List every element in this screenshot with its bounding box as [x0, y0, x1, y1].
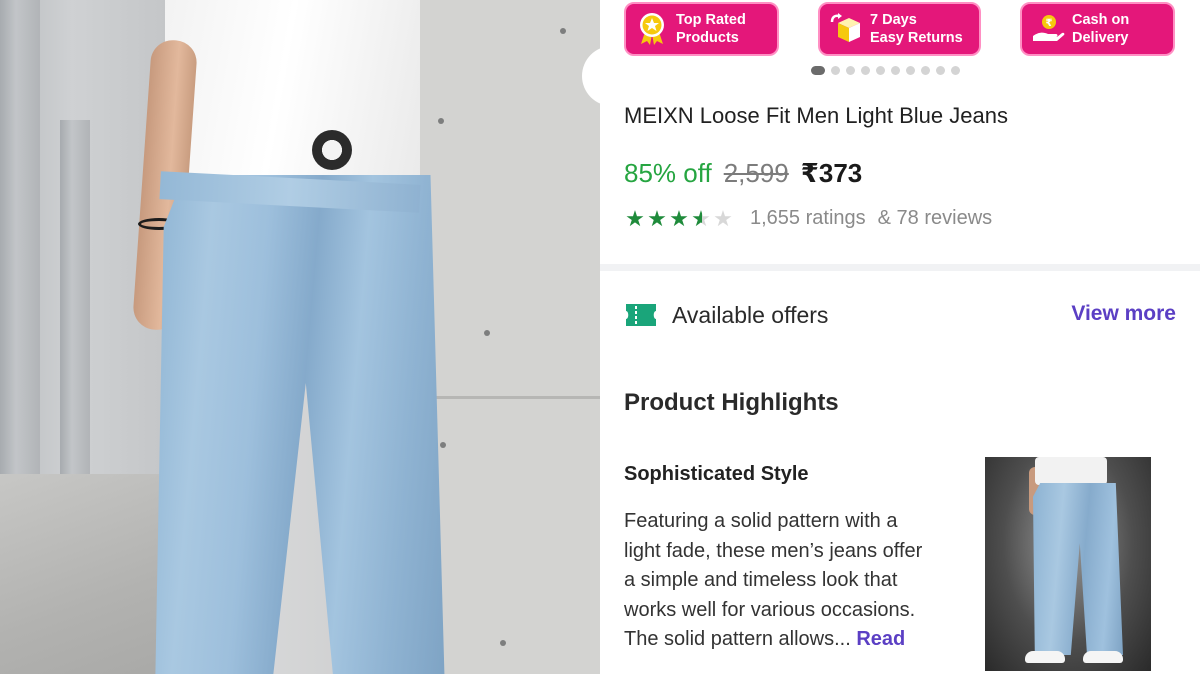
- ratings-count: 1,655 ratings: [750, 207, 866, 229]
- reviews-count: & 78 reviews: [877, 207, 993, 229]
- carousel-dot[interactable]: [876, 66, 885, 75]
- read-more-link[interactable]: Read: [856, 628, 905, 650]
- thumb-shoe: [1083, 651, 1123, 663]
- wristwatch: [312, 130, 352, 170]
- carousel-dot[interactable]: [936, 66, 945, 75]
- product-main-image[interactable]: [0, 0, 600, 674]
- star-icon: ★: [647, 205, 667, 231]
- star-icon: ★: [625, 205, 645, 231]
- feature-thumbnail[interactable]: [985, 457, 1151, 671]
- star-icon: ★: [669, 205, 689, 231]
- product-title: MEIXN Loose Fit Men Light Blue Jeans: [624, 103, 1008, 128]
- box-return-icon: [828, 11, 864, 47]
- wall-bolt: [500, 640, 506, 646]
- feature-description: Featuring a solid pattern with a light f…: [624, 507, 934, 674]
- price-row: 85% off 2,599 ₹373: [624, 158, 862, 189]
- thumb-shoe: [1025, 651, 1065, 663]
- wall-bolt: [560, 28, 566, 34]
- available-offers-row[interactable]: Available offers View more: [624, 298, 1176, 332]
- wall-bolt: [438, 118, 444, 124]
- wall-seam: [410, 396, 600, 399]
- carousel-dot[interactable]: [861, 66, 870, 75]
- sale-price: ₹373: [800, 158, 863, 188]
- wall-bolt: [440, 442, 446, 448]
- original-price: 2,599: [723, 158, 789, 188]
- product-details-panel: Top Rated Products 7 Days Easy Returns ₹: [600, 0, 1200, 674]
- feature-title: Sophisticated Style: [624, 463, 809, 485]
- background-column: [0, 0, 40, 520]
- carousel-dot-active[interactable]: [811, 66, 825, 75]
- thumb-shirt: [1035, 457, 1107, 485]
- section-divider: [600, 264, 1200, 271]
- carousel-indicator[interactable]: [811, 66, 960, 75]
- badge-label: Top Rated Products: [676, 12, 746, 46]
- ticket-icon: [624, 301, 658, 329]
- cash-hand-icon: ₹: [1030, 11, 1066, 47]
- wall-bolt: [484, 330, 490, 336]
- star-icon: ★: [713, 205, 733, 231]
- badge-label: Cash on Delivery: [1072, 12, 1130, 46]
- badge-top-rated[interactable]: Top Rated Products: [624, 2, 779, 56]
- view-more-link[interactable]: View more: [1071, 302, 1176, 326]
- badge-cash-on-delivery[interactable]: ₹ Cash on Delivery: [1020, 2, 1175, 56]
- svg-text:₹: ₹: [1046, 18, 1053, 29]
- background-column: [60, 120, 90, 500]
- carousel-dot[interactable]: [891, 66, 900, 75]
- badge-easy-returns[interactable]: 7 Days Easy Returns: [818, 2, 981, 56]
- star-rating: ★ ★ ★ ★ ★: [624, 205, 734, 231]
- rating-summary[interactable]: ★ ★ ★ ★ ★ 1,655 ratings & 78 reviews: [624, 207, 992, 230]
- badge-label: 7 Days Easy Returns: [870, 12, 963, 46]
- rosette-star-icon: [634, 11, 670, 47]
- star-icon: ★: [691, 205, 711, 231]
- assurance-badges: Top Rated Products 7 Days Easy Returns ₹: [624, 2, 1176, 58]
- carousel-dot[interactable]: [906, 66, 915, 75]
- offers-label: Available offers: [672, 301, 829, 328]
- carousel-dot[interactable]: [951, 66, 960, 75]
- carousel-dot[interactable]: [846, 66, 855, 75]
- thumb-jeans: [1033, 483, 1123, 655]
- carousel-dot[interactable]: [921, 66, 930, 75]
- carousel-dot[interactable]: [831, 66, 840, 75]
- discount-percent: 85% off: [624, 158, 712, 188]
- highlights-heading: Product Highlights: [624, 389, 839, 416]
- model-jeans: [155, 175, 445, 674]
